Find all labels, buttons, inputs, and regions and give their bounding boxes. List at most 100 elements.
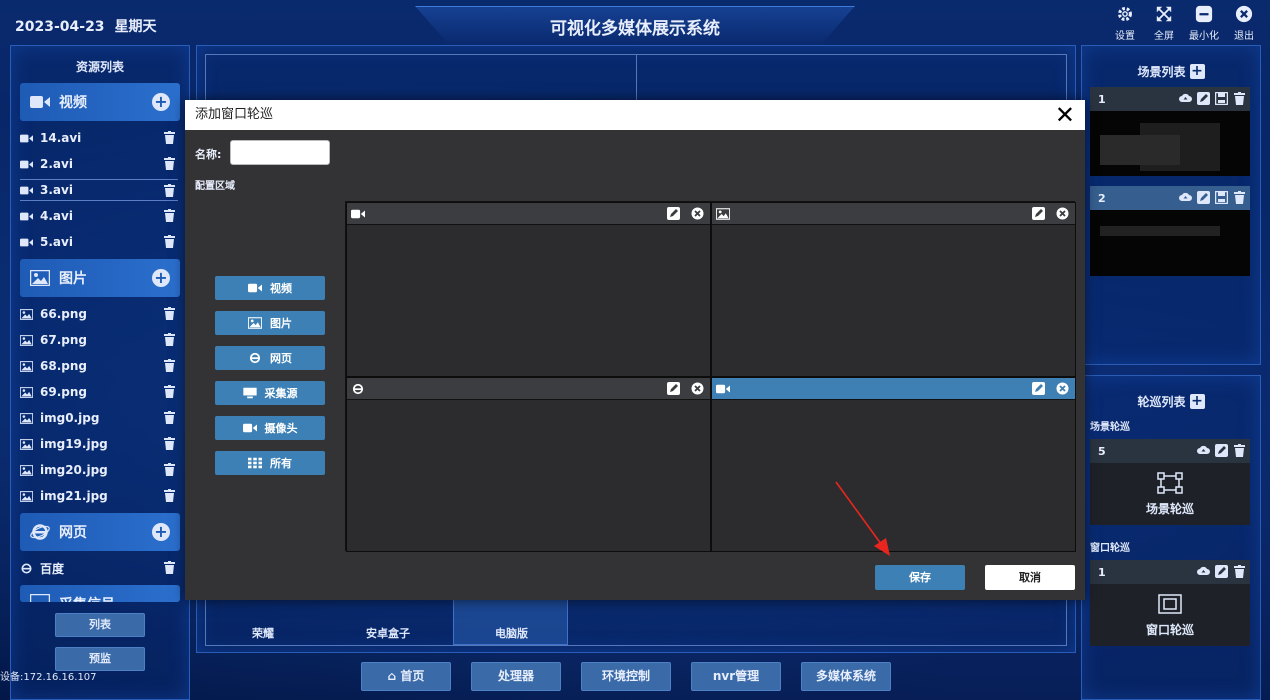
source-video-button[interactable]: 视频 [215,276,325,300]
trash-icon[interactable] [164,437,175,450]
scene-thumbnail[interactable] [1090,210,1250,276]
source-capture-button[interactable]: 采集源 [215,381,325,405]
trash-icon[interactable] [1233,565,1246,578]
minimize-button[interactable]: 最小化 [1187,5,1221,42]
window-cell[interactable] [711,202,1076,377]
cloud-upload-icon[interactable] [1197,444,1210,457]
nav-processor[interactable]: 处理器 [471,662,561,691]
trash-icon[interactable] [1233,92,1246,105]
list-item[interactable]: 68.png [20,355,178,377]
add-video-button[interactable]: + [152,93,170,111]
add-web-button[interactable]: + [152,523,170,541]
remove-circle-icon[interactable] [1056,382,1069,395]
cancel-button[interactable]: 取消 [985,565,1075,590]
source-web-button[interactable]: 网页 [215,346,325,370]
window-tour-card[interactable]: 窗口轮巡 [1090,584,1250,646]
trash-icon[interactable] [164,333,175,346]
edit-icon[interactable] [667,207,680,220]
add-window-tour-dialog: 添加窗口轮巡 ✕ 名称: 配置区域 视频 图片 网页 采集源 摄像头 所有 保存… [185,100,1085,600]
trash-icon[interactable] [164,184,175,197]
list-item[interactable]: img19.jpg [20,433,178,455]
category-web[interactable]: 网页 + [20,513,180,551]
trash-icon[interactable] [1233,191,1246,204]
name-input[interactable] [230,140,330,165]
trash-icon[interactable] [164,489,175,502]
cloud-upload-icon[interactable] [1179,191,1192,204]
category-video[interactable]: 视频 + [20,83,180,121]
list-item[interactable]: img20.jpg [20,459,178,481]
edit-icon[interactable] [667,382,680,395]
trash-icon[interactable] [164,385,175,398]
remove-circle-icon[interactable] [691,382,704,395]
edit-icon[interactable] [1197,92,1210,105]
scene-tour-header[interactable]: 5 [1090,439,1250,463]
nav-multimedia[interactable]: 多媒体系统 [801,662,891,691]
add-scene-button[interactable]: + [1189,64,1205,79]
scene-item-header[interactable]: 1 [1090,87,1250,111]
nav-environment[interactable]: 环境控制 [581,662,671,691]
video-icon [20,160,33,168]
category-video-label: 视频 [59,95,87,111]
save-icon[interactable] [1215,92,1228,105]
scene-thumbnail[interactable] [1090,111,1250,176]
save-icon[interactable] [1215,191,1228,204]
window-cell[interactable] [346,377,711,552]
device-label[interactable]: 安卓盒子 [366,625,410,641]
trash-icon[interactable] [1233,444,1246,457]
close-icon[interactable]: ✕ [1055,103,1075,127]
source-camera-button[interactable]: 摄像头 [215,416,325,440]
trash-icon[interactable] [164,411,175,424]
remove-circle-icon[interactable] [1056,207,1069,220]
trash-icon[interactable] [164,463,175,476]
add-tour-button[interactable]: + [1189,394,1205,409]
list-item[interactable]: 66.png [20,303,178,325]
exit-button[interactable]: 退出 [1227,5,1261,42]
device-label[interactable]: 荣耀 [252,625,274,641]
scene-tour-card[interactable]: 场景轮巡 [1090,463,1250,525]
window-cell[interactable] [346,202,711,377]
category-capture[interactable]: 采集信号 [20,585,180,602]
scene-item-header[interactable]: 2 [1090,186,1250,210]
edit-icon[interactable] [1215,444,1228,457]
trash-icon[interactable] [164,359,175,372]
list-item[interactable]: img21.jpg [20,485,178,507]
fullscreen-button[interactable]: 全屏 [1147,5,1181,42]
list-item[interactable]: img0.jpg [20,407,178,429]
list-item[interactable]: 百度 [20,557,178,579]
list-item[interactable]: 2.avi [20,153,178,175]
remove-circle-icon[interactable] [691,207,704,220]
edit-icon[interactable] [1215,565,1228,578]
settings-button[interactable]: 设置 [1108,5,1142,42]
edit-icon[interactable] [1197,191,1210,204]
list-button[interactable]: 列表 [55,613,145,637]
list-item[interactable]: 3.avi [20,179,178,201]
source-all-button[interactable]: 所有 [215,451,325,475]
window-tour-header[interactable]: 1 [1090,560,1250,584]
save-button[interactable]: 保存 [875,565,965,590]
cloud-upload-icon[interactable] [1197,565,1210,578]
device-label[interactable]: 电脑版 [495,625,528,641]
dialog-header: 添加窗口轮巡 ✕ [185,100,1085,130]
trash-icon[interactable] [164,235,175,248]
trash-icon[interactable] [164,209,175,222]
minimize-icon [1195,5,1213,23]
cloud-upload-icon[interactable] [1179,92,1192,105]
trash-icon[interactable] [164,157,175,170]
category-image[interactable]: 图片 + [20,259,180,297]
trash-icon[interactable] [164,561,175,574]
add-image-button[interactable]: + [152,269,170,287]
list-item[interactable]: 67.png [20,329,178,351]
window-cell-selected[interactable] [711,377,1076,552]
edit-icon[interactable] [1032,207,1045,220]
nav-nvr[interactable]: nvr管理 [691,662,781,691]
scene-tour-section-label: 场景轮巡 [1090,422,1130,433]
list-item[interactable]: 14.avi [20,127,178,149]
trash-icon[interactable] [164,131,175,144]
source-image-button[interactable]: 图片 [215,311,325,335]
list-item[interactable]: 5.avi [20,231,178,253]
edit-icon[interactable] [1032,382,1045,395]
nav-home[interactable]: ⌂ 首页 [361,662,451,691]
list-item[interactable]: 4.avi [20,205,178,227]
list-item[interactable]: 69.png [20,381,178,403]
trash-icon[interactable] [164,307,175,320]
